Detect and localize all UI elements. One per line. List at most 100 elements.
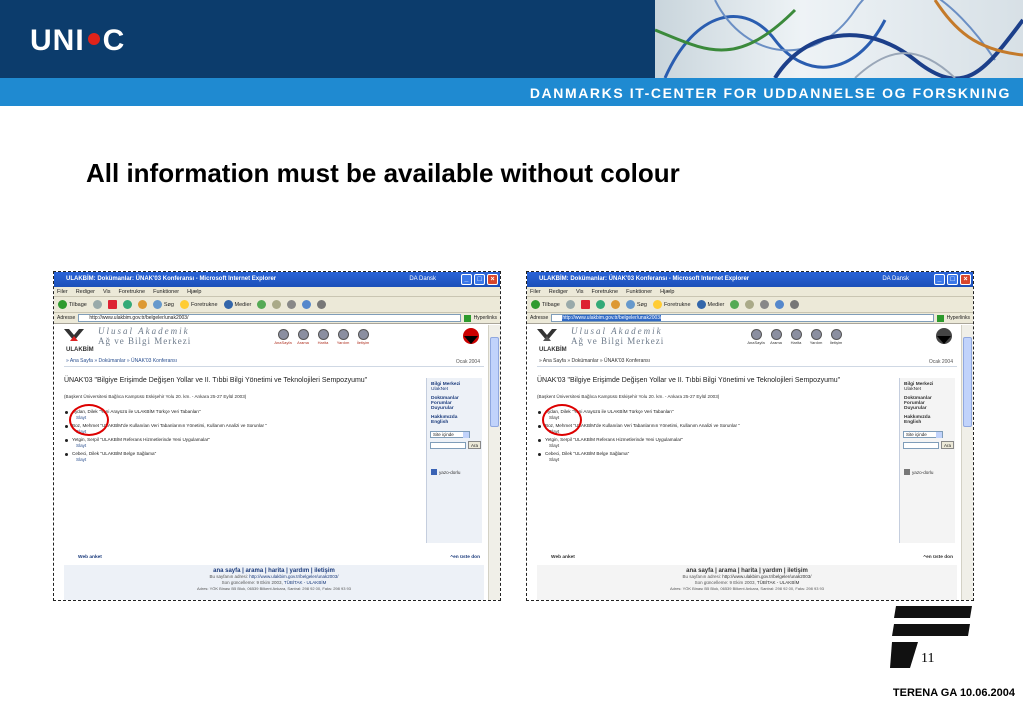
menu-edit[interactable]: Rediger [76, 289, 95, 295]
nav-search[interactable]: Arama [769, 329, 783, 345]
minimize-icon[interactable]: _ [461, 274, 472, 285]
links-label[interactable]: Hyperlinks [474, 315, 497, 321]
forward-arrow-icon[interactable] [92, 300, 102, 309]
search-icon [625, 300, 635, 309]
footer-org[interactable]: TÜBİTAK - ULAKBİM [284, 580, 326, 585]
search-button[interactable]: Søg [152, 300, 174, 309]
site-search-button[interactable]: Ara [941, 441, 955, 449]
menu-tools[interactable]: Funktioner [626, 289, 652, 295]
address-input[interactable]: http://www.ulakbim.gov.tr/belgeler/unak2… [78, 314, 461, 322]
slide-link[interactable]: Slayt [549, 415, 845, 421]
vertical-scrollbar[interactable] [488, 325, 500, 600]
back-to-top-link[interactable]: ^en üste don [923, 555, 953, 560]
stop-icon[interactable] [107, 300, 117, 309]
nav-home[interactable]: AnaSayfa [747, 329, 765, 345]
dictionary-link[interactable]: yazo-dorlu [431, 469, 482, 475]
footer-url[interactable]: http://www.ulakbim.gov.tr/belgeler/unak2… [722, 574, 811, 579]
menu-tools[interactable]: Funktioner [153, 289, 179, 295]
back-button[interactable]: Tilbage [531, 300, 560, 309]
address-input[interactable]: http://www.ulakbim.gov.tr/belgeler/unak2… [551, 314, 934, 322]
menu-view[interactable]: Vis [576, 289, 584, 295]
nav-map[interactable]: Harita [789, 329, 803, 345]
panel-link-ulaknet[interactable]: UlakNet [431, 387, 482, 392]
menu-file[interactable]: Filer [530, 289, 541, 295]
print-icon[interactable] [287, 300, 297, 309]
stop-icon[interactable] [580, 300, 590, 309]
breadcrumb[interactable]: » Ana Sayfa » Dokümanlar » ÜNAK'03 Konfe… [66, 358, 177, 364]
edit-icon[interactable] [775, 300, 785, 309]
nav-help[interactable]: Yardım [336, 329, 350, 345]
web-page: Ulusal Akademik Ağ ve Bilgi Merkezi ULAK… [531, 325, 959, 600]
forward-arrow-icon[interactable] [565, 300, 575, 309]
maximize-icon[interactable]: □ [474, 274, 485, 285]
panel-link-news[interactable]: Duyurular [904, 406, 955, 411]
panel-link-ulaknet[interactable]: UlakNet [904, 387, 955, 392]
web-survey-link[interactable]: Web anket [78, 555, 102, 560]
mail-icon[interactable] [272, 300, 282, 309]
slide-link[interactable]: Slayt [76, 415, 372, 421]
close-icon[interactable]: × [960, 274, 971, 285]
breadcrumb[interactable]: » Ana Sayfa » Dokümanlar » ÜNAK'03 Konfe… [539, 358, 650, 364]
search-scope-select[interactable]: Site içinde [430, 431, 470, 438]
menu-favorites[interactable]: Foretrukne [119, 289, 146, 295]
vertical-scrollbar[interactable] [961, 325, 973, 600]
web-survey-link[interactable]: Web anket [551, 555, 575, 560]
minimize-icon[interactable]: _ [934, 274, 945, 285]
history-icon[interactable] [730, 300, 740, 309]
nav-help[interactable]: Yardım [809, 329, 823, 345]
edit-icon[interactable] [302, 300, 312, 309]
refresh-icon[interactable] [595, 300, 605, 309]
maximize-icon[interactable]: □ [947, 274, 958, 285]
nav-contact[interactable]: İletişim [829, 329, 843, 345]
site-search-input[interactable] [430, 441, 466, 449]
scrollbar-thumb[interactable] [490, 337, 499, 427]
menu-file[interactable]: Filer [57, 289, 68, 295]
dictionary-link[interactable]: yazo-dorlu [904, 469, 955, 475]
media-button[interactable]: Medier [223, 300, 251, 309]
menu-edit[interactable]: Rediger [549, 289, 568, 295]
home-icon[interactable] [610, 300, 620, 309]
footer-url[interactable]: http://www.ulakbim.gov.tr/belgeler/unak2… [249, 574, 338, 579]
scrollbar-thumb[interactable] [963, 337, 972, 427]
nav-search[interactable]: Arama [296, 329, 310, 345]
site-search-input[interactable] [903, 441, 939, 449]
back-to-top-link[interactable]: ^en üste don [450, 555, 480, 560]
footer-org[interactable]: TÜBİTAK - ULAKBİM [757, 580, 799, 585]
print-icon[interactable] [760, 300, 770, 309]
search-button[interactable]: Søg [625, 300, 647, 309]
slide-link[interactable]: Slayt [549, 443, 845, 449]
site-search-button[interactable]: Ara [468, 441, 482, 449]
home-icon[interactable] [137, 300, 147, 309]
panel-link-english[interactable]: English [904, 420, 955, 425]
nav-map[interactable]: Harita [316, 329, 330, 345]
menu-view[interactable]: Vis [103, 289, 111, 295]
favorites-button[interactable]: Foretrukne [652, 300, 691, 309]
slide-link[interactable]: Slayt [549, 429, 845, 435]
nav-contact[interactable]: İletişim [356, 329, 370, 345]
go-icon[interactable] [463, 314, 471, 322]
history-icon[interactable] [257, 300, 267, 309]
go-icon[interactable] [936, 314, 944, 322]
media-button[interactable]: Medier [696, 300, 724, 309]
favorites-button[interactable]: Foretrukne [179, 300, 218, 309]
menu-help[interactable]: Hjælp [660, 289, 674, 295]
close-icon[interactable]: × [487, 274, 498, 285]
menu-help[interactable]: Hjælp [187, 289, 201, 295]
menu-favorites[interactable]: Foretrukne [592, 289, 619, 295]
slide-link[interactable]: Slayt [76, 443, 372, 449]
slide-link[interactable]: Slayt [549, 457, 845, 463]
back-button[interactable]: Tilbage [58, 300, 87, 309]
list-item: Yetgin, Serpil "ULAKBİM Referans Hizmetl… [538, 437, 845, 449]
messenger-icon[interactable] [317, 300, 327, 309]
slide-link[interactable]: Slayt [76, 429, 372, 435]
panel-link-english[interactable]: English [431, 420, 482, 425]
messenger-icon[interactable] [790, 300, 800, 309]
list-item: Aydan, Dilek "Yeni Arayüzü ile ULAKBİM T… [538, 409, 845, 421]
refresh-icon[interactable] [122, 300, 132, 309]
nav-home[interactable]: AnaSayfa [274, 329, 292, 345]
mail-icon[interactable] [745, 300, 755, 309]
panel-link-news[interactable]: Duyurular [431, 406, 482, 411]
search-scope-select[interactable]: Site içinde [903, 431, 943, 438]
slide-link[interactable]: Slayt [76, 457, 372, 463]
links-label[interactable]: Hyperlinks [947, 315, 970, 321]
